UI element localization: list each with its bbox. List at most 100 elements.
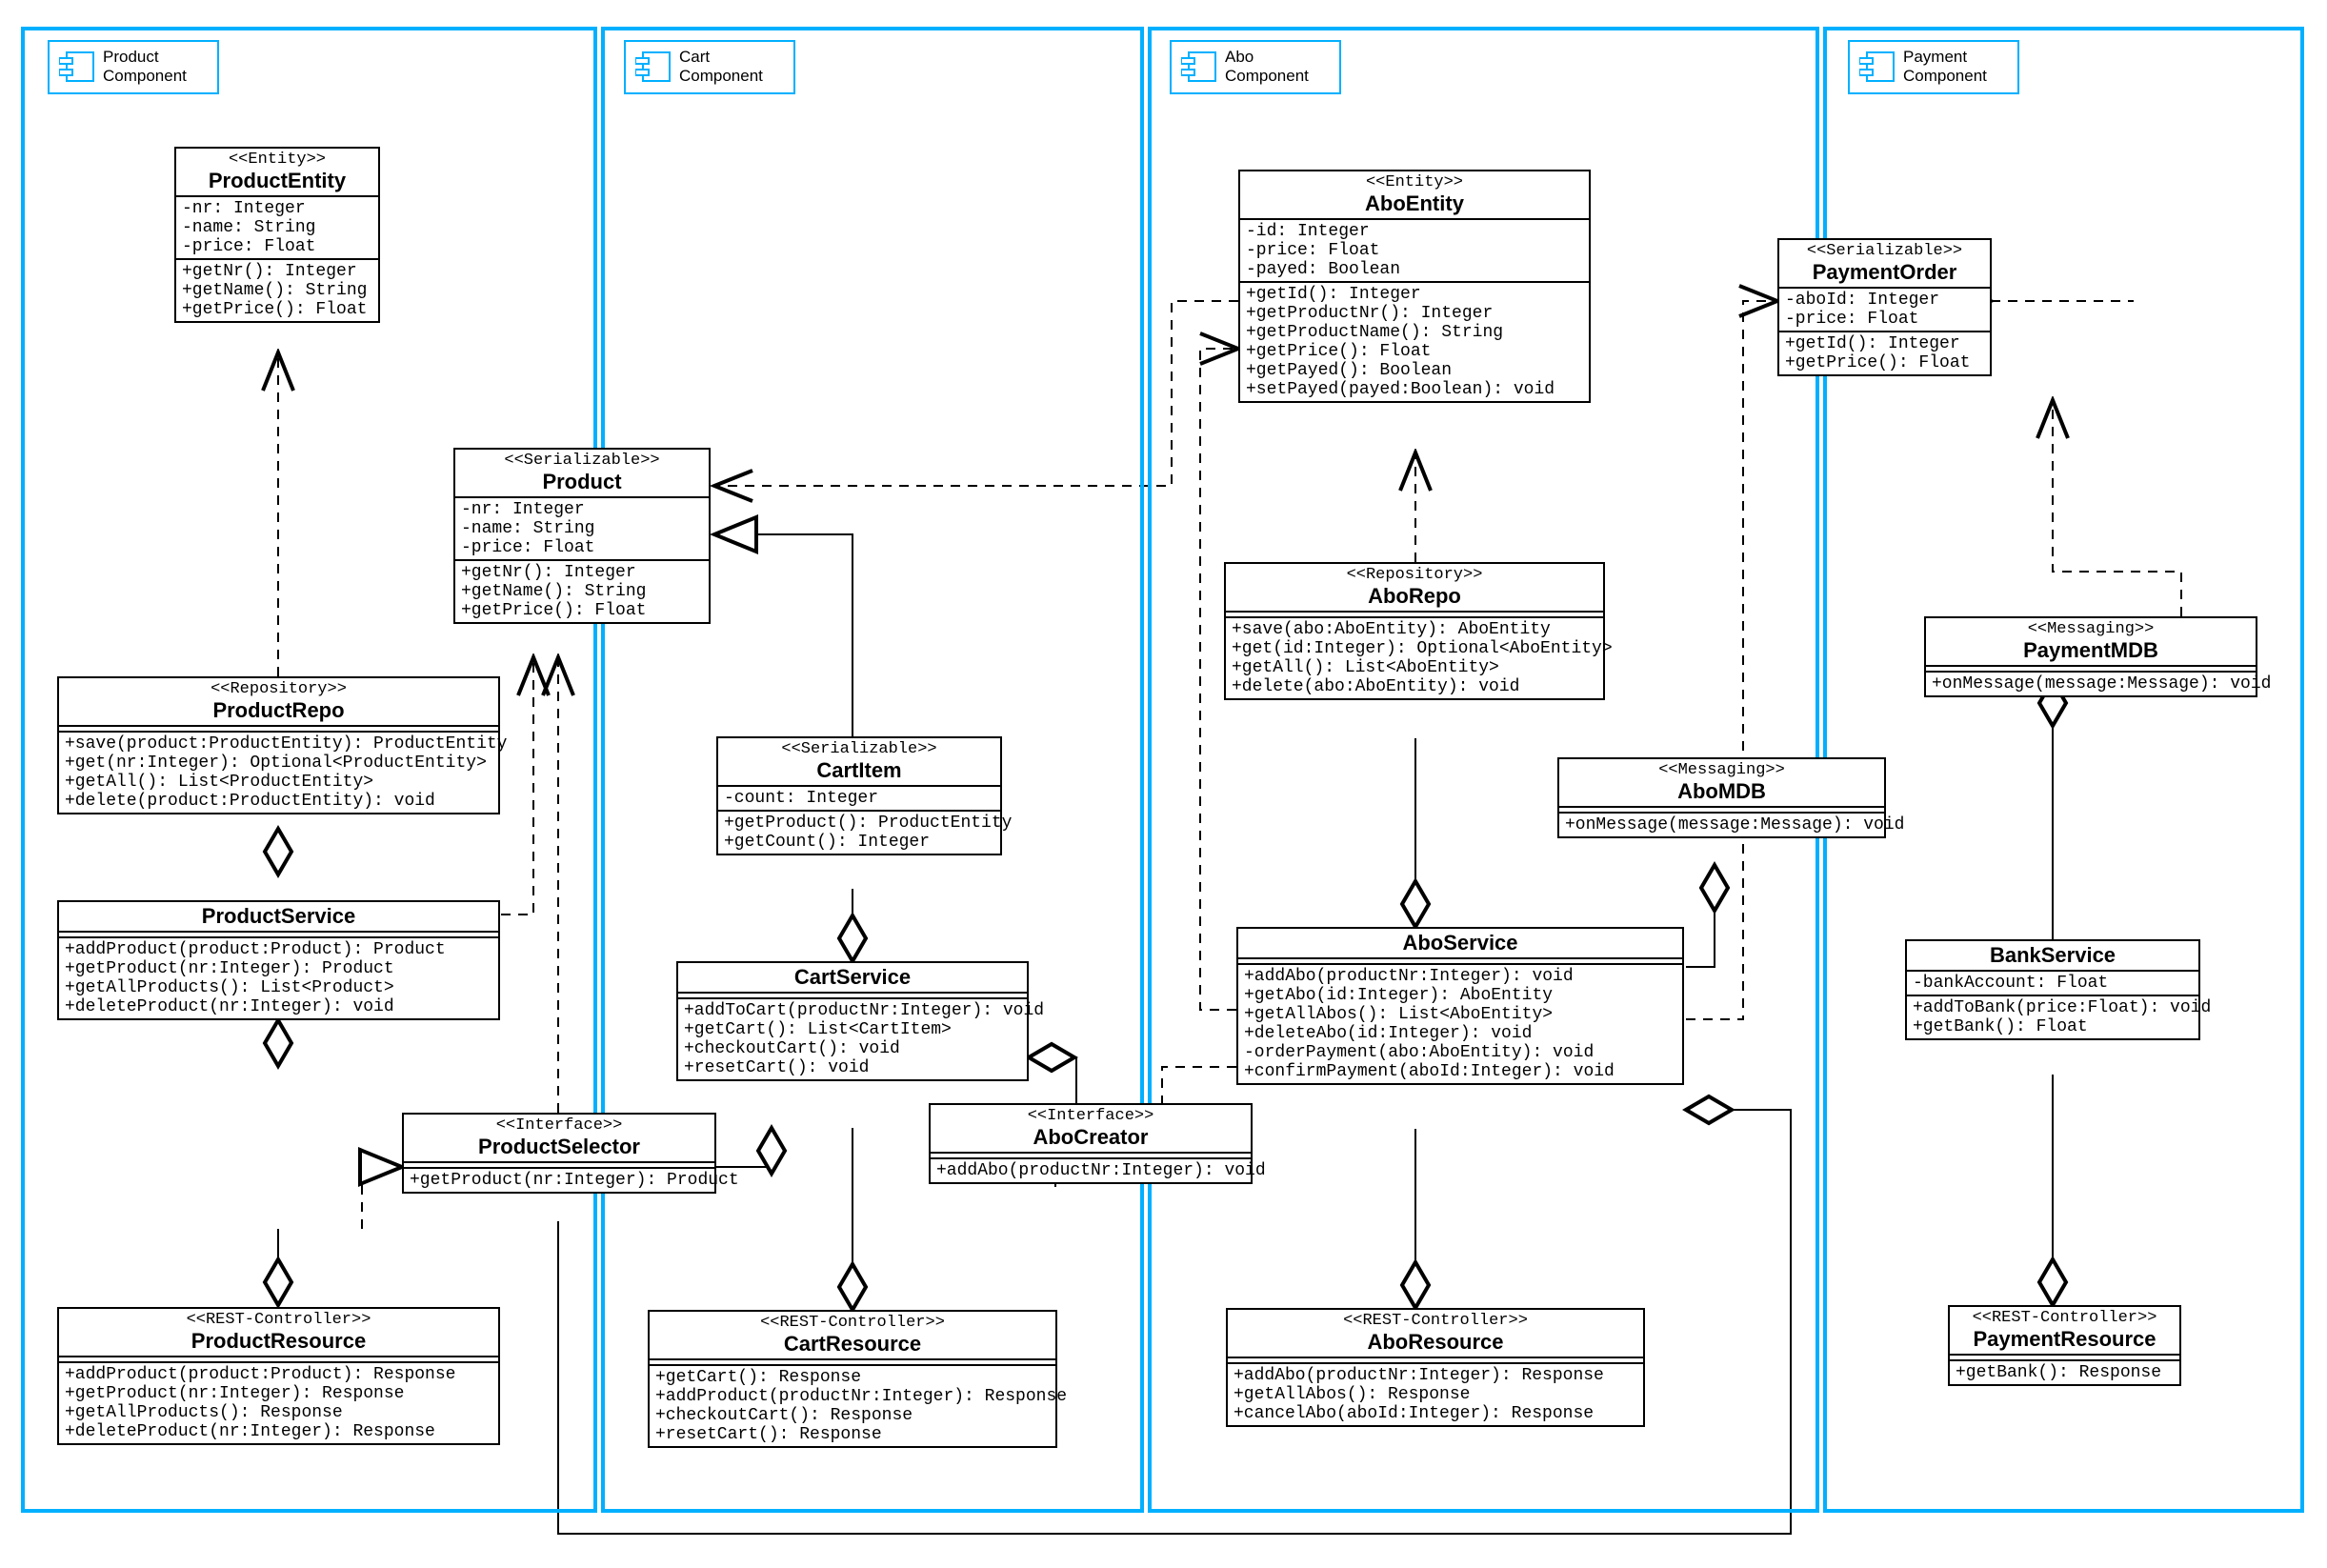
class-abomdb: <<Messaging>>AboMDB +onMessage(message:M… (1557, 757, 1886, 838)
class-name: Product (461, 470, 703, 494)
op: +getAllAbos(): Response (1234, 1385, 1637, 1404)
stereotype: <<REST-Controller>> (655, 1314, 1050, 1332)
attr: -price: Float (1246, 241, 1583, 260)
stereotype: <<Serializable>> (1785, 242, 1984, 260)
op: +getId(): Integer (1785, 334, 1984, 353)
op: +getAllProducts(): Response (65, 1403, 492, 1422)
class-aboentity: <<Entity>>AboEntity -id: Integer-price: … (1238, 170, 1591, 403)
stereotype: <<Serializable>> (461, 452, 703, 470)
op: +get(id:Integer): Optional<AboEntity> (1232, 639, 1597, 658)
component-label-cart: Cart Component (624, 40, 795, 94)
op: +addProduct(product:Product): Product (65, 940, 492, 959)
attr: -price: Float (461, 538, 703, 557)
component-icon (1181, 50, 1217, 83)
stereotype: <<REST-Controller>> (1234, 1312, 1637, 1330)
component-label-product: Product Component (48, 40, 219, 94)
op: +addProduct(productNr:Integer): Response (655, 1387, 1050, 1406)
op: +get(nr:Integer): Optional<ProductEntity… (65, 754, 492, 773)
op: +checkoutCart(): void (684, 1039, 1021, 1058)
op: +getAbo(id:Integer): AboEntity (1244, 986, 1676, 1005)
uml-diagram: Product Component Cart Component Abo Com… (0, 0, 2327, 1568)
class-paymentresource: <<REST-Controller>>PaymentResource +getB… (1948, 1305, 2181, 1386)
component-icon (635, 50, 672, 83)
op: +getProduct(nr:Integer): Product (410, 1171, 709, 1190)
stereotype: <<Messaging>> (1565, 761, 1878, 779)
op: +resetCart(): void (684, 1058, 1021, 1077)
class-productresource: <<REST-Controller>>ProductResource +addP… (57, 1307, 500, 1445)
stereotype: <<Interface>> (936, 1107, 1245, 1125)
op: +getAll(): List<AboEntity> (1232, 658, 1597, 677)
stereotype: <<Messaging>> (1932, 620, 2250, 638)
class-name: PaymentOrder (1785, 260, 1984, 285)
op: +getPrice(): Float (1246, 342, 1583, 361)
class-aboresource: <<REST-Controller>>AboResource +addAbo(p… (1226, 1308, 1645, 1427)
class-name: BankService (1913, 943, 2193, 968)
op: +addProduct(product:Product): Response (65, 1365, 492, 1384)
class-paymentmdb: <<Messaging>>PaymentMDB +onMessage(messa… (1924, 616, 2257, 697)
op: +getAll(): List<ProductEntity> (65, 773, 492, 792)
op: +getProduct(): ProductEntity (724, 814, 994, 833)
op: +deleteProduct(nr:Integer): void (65, 997, 492, 1016)
class-name: PaymentResource (1956, 1327, 2174, 1352)
class-name: AboResource (1234, 1330, 1637, 1355)
class-product: <<Serializable>>Product -nr: Integer-nam… (453, 448, 711, 624)
op: +getName(): String (182, 281, 372, 300)
op: +getCount(): Integer (724, 833, 994, 852)
op: -orderPayment(abo:AboEntity): void (1244, 1043, 1676, 1062)
op: +onMessage(message:Message): void (1932, 674, 2250, 694)
class-name: ProductRepo (65, 698, 492, 723)
component-label-abo: Abo Component (1170, 40, 1341, 94)
attr: -name: String (182, 218, 372, 237)
stereotype: <<Entity>> (182, 151, 372, 169)
component-label-payment: Payment Component (1848, 40, 2019, 94)
class-cartresource: <<REST-Controller>>CartResource +getCart… (648, 1310, 1057, 1448)
class-name: CartItem (724, 758, 994, 783)
op: +delete(product:ProductEntity): void (65, 792, 492, 811)
op: +getPrice(): Float (461, 601, 703, 620)
op: +getAllProducts(): List<Product> (65, 978, 492, 997)
op: +getProduct(nr:Integer): Product (65, 959, 492, 978)
op: +addAbo(productNr:Integer): Response (1234, 1366, 1637, 1385)
op: +getCart(): Response (655, 1368, 1050, 1387)
attr: -name: String (461, 519, 703, 538)
class-name: AboMDB (1565, 779, 1878, 804)
attr: -price: Float (182, 237, 372, 256)
attr: -nr: Integer (182, 199, 372, 218)
attr: -aboId: Integer (1785, 291, 1984, 310)
op: +cancelAbo(aboId:Integer): Response (1234, 1404, 1637, 1423)
stereotype: <<REST-Controller>> (65, 1311, 492, 1329)
class-cartitem: <<Serializable>>CartItem -count: Integer… (716, 736, 1002, 855)
op: +setPayed(payed:Boolean): void (1246, 380, 1583, 399)
op: +confirmPayment(aboId:Integer): void (1244, 1062, 1676, 1081)
op: +addToBank(price:Float): void (1913, 998, 2193, 1017)
op: +deleteProduct(nr:Integer): Response (65, 1422, 492, 1441)
class-aboservice: AboService +addAbo(productNr:Integer): v… (1236, 927, 1684, 1085)
op: +onMessage(message:Message): void (1565, 815, 1878, 834)
class-name: AboCreator (936, 1125, 1245, 1150)
component-icon (59, 50, 95, 83)
attr: -nr: Integer (461, 500, 703, 519)
op: +getProduct(nr:Integer): Response (65, 1384, 492, 1403)
class-productservice: ProductService +addProduct(product:Produ… (57, 900, 500, 1020)
op: +getProductName(): String (1246, 323, 1583, 342)
attr: -payed: Boolean (1246, 260, 1583, 279)
attr: -price: Float (1785, 310, 1984, 329)
stereotype: <<Entity>> (1246, 173, 1583, 191)
op: +addAbo(productNr:Integer): void (936, 1161, 1245, 1180)
class-productselector: <<Interface>>ProductSelector +getProduct… (402, 1113, 716, 1194)
op: +addAbo(productNr:Integer): void (1244, 967, 1676, 986)
op: +save(product:ProductEntity): ProductEnt… (65, 734, 492, 754)
component-title: Product Component (103, 48, 187, 87)
op: +getCart(): List<CartItem> (684, 1020, 1021, 1039)
stereotype: <<Repository>> (1232, 566, 1597, 584)
stereotype: <<Interface>> (410, 1116, 709, 1135)
op: +getBank(): Response (1956, 1363, 2174, 1382)
op: +getNr(): Integer (461, 563, 703, 582)
component-title: Cart Component (679, 48, 763, 87)
attr: -count: Integer (724, 789, 994, 808)
stereotype: <<Serializable>> (724, 740, 994, 758)
class-name: AboRepo (1232, 584, 1597, 609)
op: +resetCart(): Response (655, 1425, 1050, 1444)
class-bankservice: BankService -bankAccount: Float +addToBa… (1905, 939, 2200, 1040)
class-productrepo: <<Repository>>ProductRepo +save(product:… (57, 676, 500, 814)
